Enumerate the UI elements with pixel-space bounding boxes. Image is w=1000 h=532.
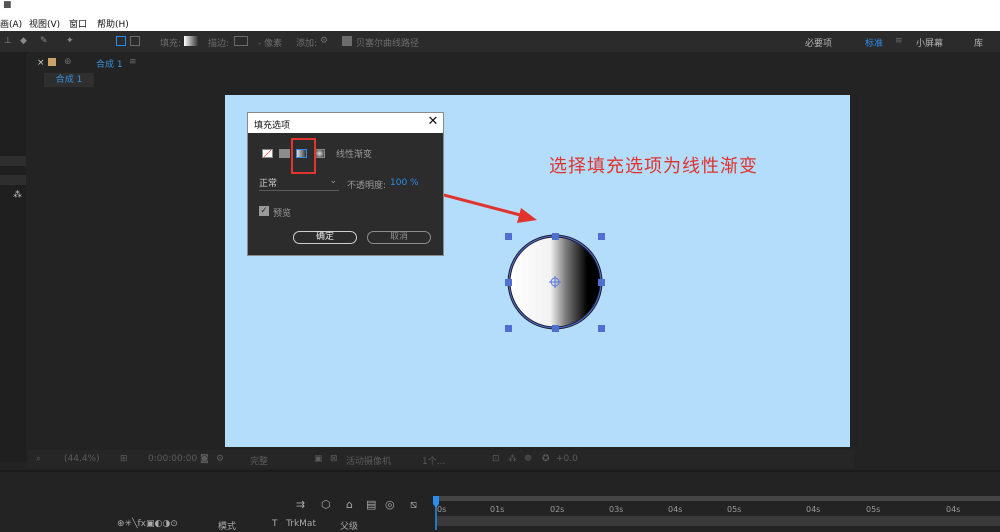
channel-icon[interactable]: ⚙ — [216, 454, 224, 464]
cancel-button[interactable]: 取消 — [367, 231, 431, 244]
handle-bottom-right — [598, 325, 605, 332]
hide-shy-icon[interactable]: ⌂ — [346, 498, 353, 511]
dialog-title: 填充选项 — [254, 121, 291, 131]
graph-editor-icon[interactable]: ⧅ — [410, 498, 417, 512]
blend-mode-value: 正常 — [259, 179, 278, 189]
opacity-value[interactable]: 100 % — [390, 178, 419, 188]
zoom-select[interactable]: (44.4%) — [64, 454, 100, 464]
dialog-close-icon[interactable]: ✕ — [426, 115, 440, 129]
shape-layer-circle — [505, 233, 605, 332]
time-tick: 04s — [946, 505, 961, 514]
fill-none-icon[interactable] — [262, 149, 273, 158]
trkmat-column-header: T TrkMat — [272, 519, 316, 529]
time-tick: 02s — [550, 505, 565, 514]
time-tick: 05s — [866, 505, 881, 514]
handle-middle-left — [505, 279, 512, 286]
transparency-grid-icon[interactable]: ⊠ — [330, 454, 338, 464]
layer-switches-icon[interactable]: ⊕✳╲fx▣◐◑⊙ — [117, 519, 178, 529]
work-area-bar[interactable] — [436, 496, 1000, 501]
time-tick: 04s — [806, 505, 821, 514]
layer-track — [436, 516, 1000, 526]
grid-icon[interactable]: ⊞ — [120, 454, 128, 464]
exposure-value[interactable]: +0.0 — [556, 454, 578, 464]
motion-blur-icon[interactable]: ◎ — [385, 498, 395, 511]
frame-blending-icon[interactable]: ▤ — [366, 498, 376, 511]
preview-label: 预览 — [273, 209, 292, 219]
handle-top-center — [552, 233, 559, 240]
reset-exposure-icon[interactable]: ☸ — [524, 454, 532, 464]
exposure-icon[interactable]: ✪ — [542, 454, 550, 464]
magnifier-icon[interactable]: ⌕ — [36, 454, 41, 464]
mode-column-header: 模式 — [218, 522, 237, 532]
handle-bottom-center — [552, 325, 559, 332]
ok-button[interactable]: 确定 — [293, 231, 357, 244]
camera-snapshot-icon[interactable]: ◙ — [200, 454, 209, 464]
preview-checkbox[interactable]: ✓ — [259, 206, 269, 216]
time-tick: 01s — [490, 505, 505, 514]
viewer-bar: ⌕ (44.4%) ⊞ 0:00:00:00 ◙ ⚙ 完整 ▣ ⊠ 活动摄像机 … — [28, 450, 854, 468]
handle-middle-right — [598, 279, 605, 286]
region-icon[interactable]: ▣ — [314, 454, 323, 464]
opacity-label: 不透明度: — [347, 181, 387, 191]
handle-bottom-left — [505, 325, 512, 332]
dialog-titlebar: 填充选项 ✕ — [248, 113, 443, 133]
arrow-head — [517, 208, 537, 223]
fill-type-label: 线性渐变 — [336, 150, 373, 160]
blend-mode-select[interactable]: 正常 ⌄ — [259, 176, 339, 191]
timecode[interactable]: 0:00:00:00 — [148, 454, 197, 464]
resolution-select[interactable]: 完整 — [250, 454, 268, 467]
time-tick: 03s — [609, 505, 624, 514]
camera-select[interactable]: 活动摄像机 — [346, 454, 391, 467]
chevron-down-icon: ⌄ — [329, 176, 337, 186]
time-tick: 04s — [668, 505, 683, 514]
playhead[interactable] — [433, 496, 439, 530]
fill-options-dialog: 填充选项 ✕ 线性渐变 正常 ⌄ 不透明度: 100 % ✓ 预览 确定 取消 — [247, 112, 444, 256]
flowchart-icon[interactable]: ⁂ — [508, 454, 517, 464]
time-tick: 05s — [727, 505, 742, 514]
fill-solid-icon[interactable] — [279, 149, 290, 158]
draft-3d-icon[interactable]: ⬡ — [321, 498, 331, 511]
handle-top-right — [598, 233, 605, 240]
highlight-box — [291, 138, 316, 174]
comp-mini-flowchart-icon[interactable]: ⇉ — [296, 498, 305, 511]
views-select[interactable]: 1个... — [422, 454, 445, 467]
fast-preview-icon[interactable]: ⊡ — [492, 454, 500, 464]
parent-column-header: 父级 — [340, 522, 359, 532]
handle-top-left — [505, 233, 512, 240]
